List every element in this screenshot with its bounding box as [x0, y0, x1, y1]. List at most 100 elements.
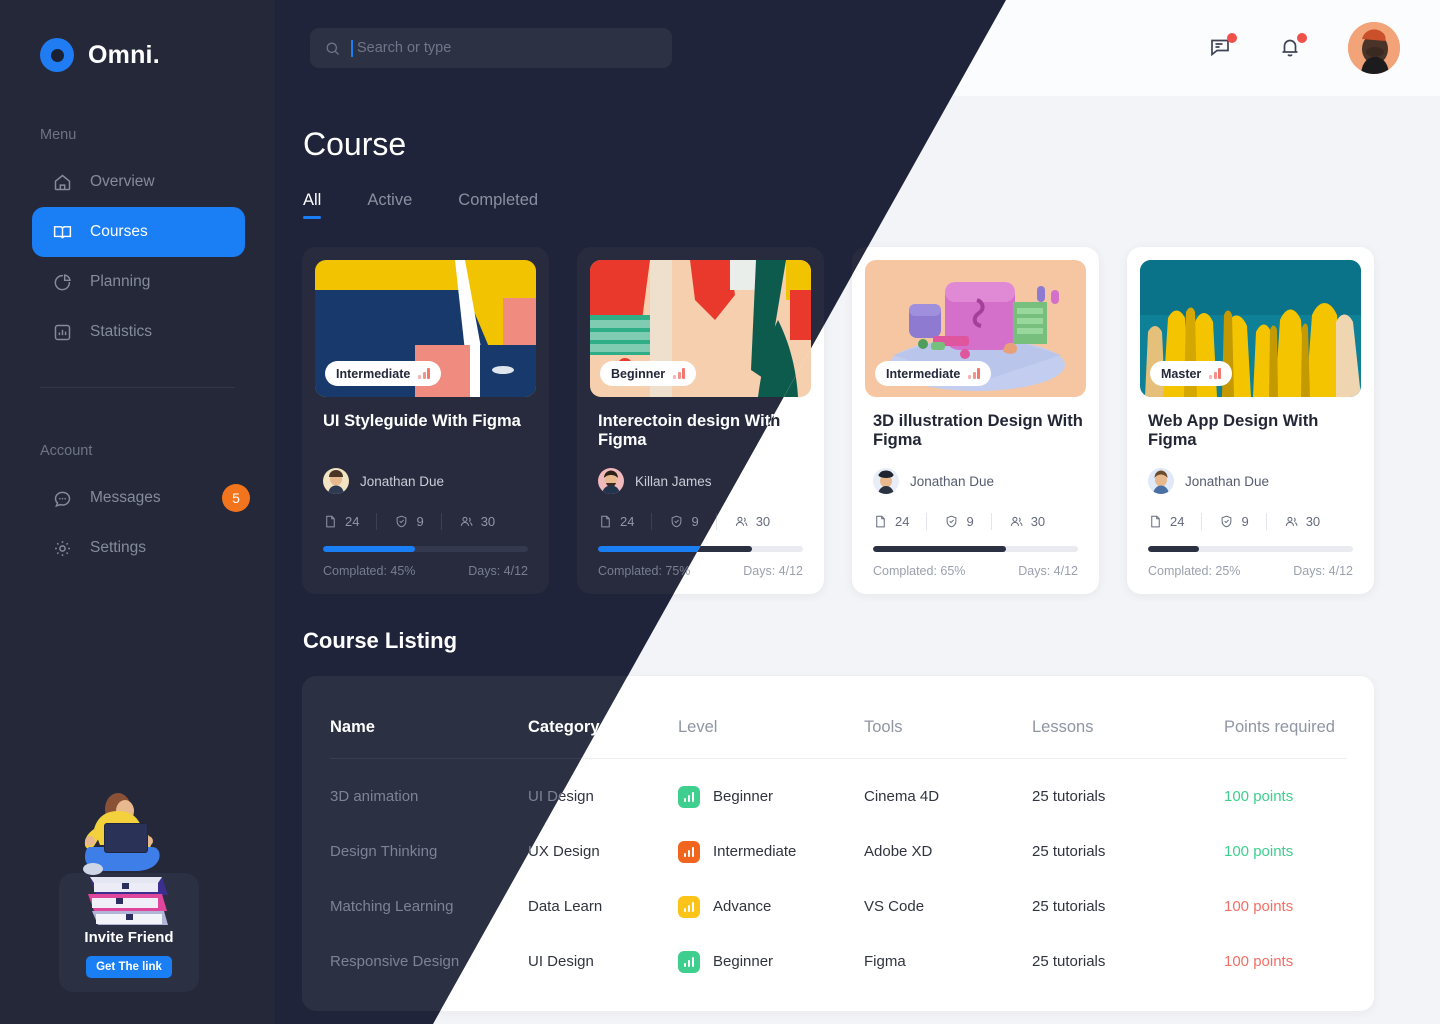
- author-avatar: [873, 468, 899, 494]
- sidebar-item-messages[interactable]: Messages 5: [32, 473, 250, 523]
- pie-chart-icon: [51, 271, 73, 293]
- column-header-name[interactable]: Name: [330, 718, 528, 737]
- author-name: Killan James: [635, 473, 712, 489]
- course-author: Jonathan Due: [873, 468, 1086, 494]
- tab-all[interactable]: All: [303, 191, 322, 219]
- invite-friend-title: Invite Friend: [84, 929, 174, 946]
- topbar-actions: [1208, 22, 1400, 74]
- sidebar-item-label: Settings: [90, 539, 147, 556]
- sidebar-item-settings[interactable]: Settings: [32, 523, 245, 573]
- message-unread-dot: [1227, 33, 1237, 43]
- course-stats: 24 9 30: [873, 513, 1086, 530]
- files-count: 24: [895, 514, 910, 529]
- file-icon: [601, 515, 610, 528]
- course-card-footer: Complated: 45% Days: 4/12: [323, 564, 528, 578]
- progress-bar: [1148, 546, 1353, 552]
- column-header-tools[interactable]: Tools: [864, 718, 1032, 737]
- cell-points: 100 points: [1224, 788, 1294, 805]
- author-name: Jonathan Due: [1185, 473, 1270, 489]
- cell-points: 100 points: [1224, 898, 1294, 915]
- badges-stat: 9: [394, 514, 424, 529]
- brand[interactable]: Omni.: [0, 0, 275, 72]
- sidebar-item-label: Overview: [90, 173, 155, 190]
- text-caret: [351, 39, 353, 57]
- get-the-link-button[interactable]: Get The link: [86, 956, 172, 978]
- stat-divider: [1201, 513, 1203, 530]
- sidebar-item-label: Planning: [90, 273, 151, 290]
- course-thumbnail: Master: [1140, 260, 1361, 397]
- column-header-level[interactable]: Level: [678, 718, 864, 737]
- course-stats: 24 9 30: [1148, 513, 1361, 530]
- level-bar-chart-icon: [678, 840, 700, 863]
- people-icon: [735, 516, 748, 526]
- tab-active[interactable]: Active: [367, 191, 412, 219]
- bell-icon[interactable]: [1278, 33, 1307, 61]
- message-square-icon[interactable]: [1208, 33, 1237, 61]
- files-stat: 24: [323, 514, 359, 529]
- girl-on-books-illustration-icon: [83, 793, 168, 925]
- level-label: Beginner: [713, 953, 774, 970]
- course-card[interactable]: Master Web App Design With Figma Jonatha…: [1127, 247, 1374, 594]
- completed-label: Complated: 25%: [1148, 564, 1241, 578]
- cell-level: Advance: [678, 895, 864, 918]
- level-badge: Intermediate: [325, 361, 442, 386]
- course-card-footer: Complated: 65% Days: 4/12: [873, 564, 1078, 578]
- level-badge-label: Intermediate: [886, 366, 961, 381]
- cell-points: 100 points: [1224, 843, 1294, 860]
- invite-friend-card: Invite Friend Get The link: [59, 793, 199, 992]
- search-icon: [326, 42, 339, 55]
- course-author: Jonathan Due: [1148, 468, 1361, 494]
- sidebar-item-statistics[interactable]: Statistics: [32, 307, 245, 357]
- course-stats: 24 9 30: [323, 513, 536, 530]
- files-stat: 24: [873, 514, 909, 529]
- sidebar-item-label: Statistics: [90, 323, 153, 340]
- book-icon: [51, 221, 73, 243]
- search-input[interactable]: Search or type: [310, 28, 672, 68]
- course-card[interactable]: Intermediate 3D illustration Design With…: [852, 247, 1099, 594]
- completed-label: Complated: 75%: [598, 564, 691, 578]
- completed-label: Complated: 65%: [873, 564, 966, 578]
- chat-icon: [51, 487, 73, 509]
- cell-lessons: 25 tutorials: [1032, 898, 1106, 915]
- sidebar-item-label: Courses: [90, 223, 148, 240]
- level-label: Intermediate: [713, 843, 797, 860]
- column-header-lessons[interactable]: Lessons: [1032, 718, 1224, 737]
- cell-lessons: 25 tutorials: [1032, 953, 1106, 970]
- search-placeholder: Search or type: [357, 40, 452, 56]
- days-label: Days: 4/12: [743, 564, 803, 578]
- sidebar-item-planning[interactable]: Planning: [32, 257, 245, 307]
- sidebar-item-overview[interactable]: Overview: [32, 157, 245, 207]
- level-bar-chart-icon: [678, 950, 700, 973]
- cell-tools: Figma: [864, 953, 906, 970]
- course-thumbnail: Intermediate: [865, 260, 1086, 397]
- course-author: Jonathan Due: [323, 468, 536, 494]
- sidebar-item-courses[interactable]: Courses: [32, 207, 245, 257]
- level-bar-chart-icon: [678, 785, 700, 808]
- avatar[interactable]: [1348, 22, 1400, 74]
- files-stat: 24: [1148, 514, 1184, 529]
- level-bars-icon: [673, 368, 686, 379]
- students-stat: 30: [1284, 514, 1320, 529]
- shield-check-icon: [1222, 515, 1232, 528]
- sidebar: Omni. Menu Overview Courses Planning: [0, 0, 275, 1024]
- badges-count: 9: [966, 514, 974, 529]
- course-card[interactable]: Intermediate UI Styleguide With Figma Jo…: [302, 247, 549, 594]
- stat-divider: [440, 513, 442, 530]
- author-avatar: [323, 468, 349, 494]
- files-count: 24: [1170, 514, 1185, 529]
- days-label: Days: 4/12: [1293, 564, 1353, 578]
- progress-bar: [873, 546, 1078, 552]
- shield-check-icon: [947, 515, 957, 528]
- cell-tools: VS Code: [864, 898, 925, 915]
- cell-name: Design Thinking: [330, 843, 438, 860]
- badges-count: 9: [1241, 514, 1249, 529]
- tab-completed[interactable]: Completed: [458, 191, 538, 219]
- cell-tools: Adobe XD: [864, 843, 933, 860]
- cell-category: UI Design: [528, 953, 594, 970]
- account-section-label: Account: [40, 443, 93, 459]
- files-count: 24: [620, 514, 635, 529]
- column-header-points[interactable]: Points required: [1224, 718, 1384, 737]
- days-label: Days: 4/12: [468, 564, 528, 578]
- cell-category: Data Learn: [528, 898, 603, 915]
- level-badge-label: Master: [1161, 366, 1202, 381]
